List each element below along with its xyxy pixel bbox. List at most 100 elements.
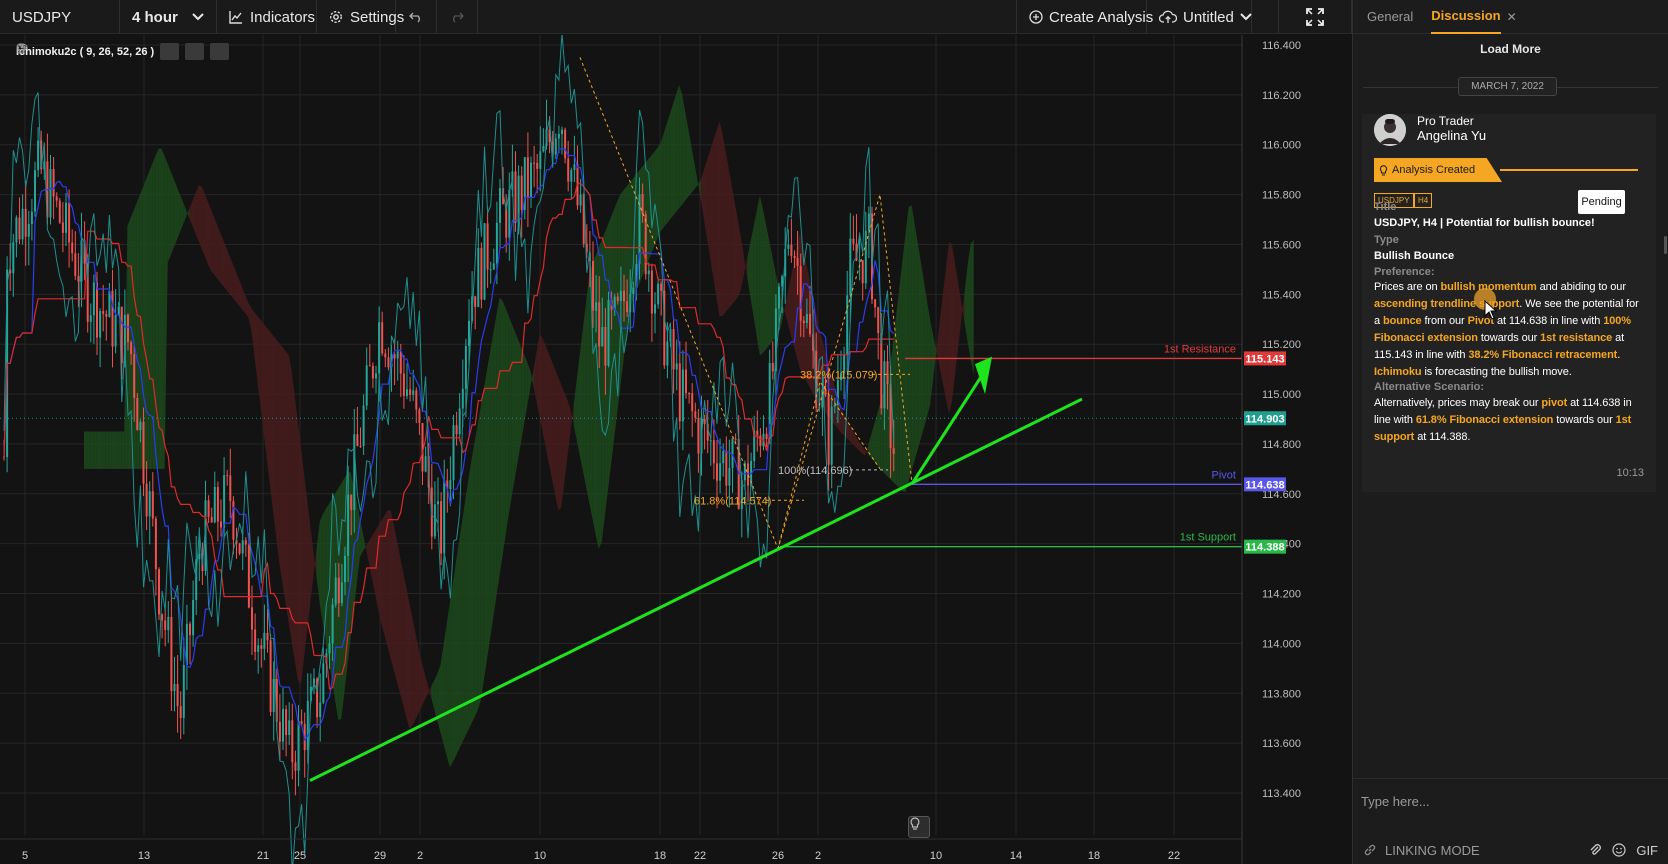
ichimoku-cloud xyxy=(682,95,686,205)
trash-icon[interactable] xyxy=(17,43,230,60)
price-tick-label: 116.400 xyxy=(1262,40,1301,52)
interval-dropdown[interactable]: 4 hour xyxy=(120,0,217,34)
candle-body xyxy=(623,290,625,302)
ichimoku-cloud xyxy=(673,94,677,216)
tab-general[interactable]: General xyxy=(1367,0,1413,34)
fullscreen-icon xyxy=(1306,8,1324,26)
candle-body xyxy=(452,425,455,481)
ichimoku-cloud xyxy=(583,300,587,488)
ichimoku-cloud xyxy=(282,347,286,603)
candle-body xyxy=(619,290,622,302)
link-icon xyxy=(1364,844,1376,856)
chart-line-icon xyxy=(229,11,242,24)
candle-body xyxy=(604,326,607,366)
candle-body xyxy=(12,242,15,274)
candle-body xyxy=(192,600,195,636)
candle-body xyxy=(247,544,250,608)
candle-body xyxy=(170,616,173,692)
interval-label: 4 hour xyxy=(132,8,178,26)
chart-canvas[interactable]: 1st Resistance Pivot 1st Support 38.2%(115.… xyxy=(0,35,1352,864)
status-badge[interactable]: Pending xyxy=(1578,190,1625,214)
candle-body xyxy=(573,164,576,171)
gif-button[interactable]: GIF xyxy=(1636,843,1658,858)
ichimoku-cloud xyxy=(545,346,549,464)
ichimoku-cloud xyxy=(518,339,522,460)
candle-body xyxy=(74,253,77,277)
candle-body xyxy=(238,543,241,554)
candle-body xyxy=(449,480,452,489)
candle-body xyxy=(52,169,55,197)
price-tick-label: 115.400 xyxy=(1262,289,1301,301)
symbol-selector[interactable]: USDJPY xyxy=(0,0,120,34)
price-tick-label: 115.200 xyxy=(1262,339,1301,351)
candle-body xyxy=(102,311,105,314)
paperclip-icon[interactable] xyxy=(1589,843,1602,857)
layout-dropdown[interactable]: Untitled xyxy=(1147,0,1252,34)
redo-button[interactable] xyxy=(437,0,478,34)
candle-body xyxy=(353,434,356,511)
ichimoku-cloud xyxy=(84,431,88,469)
candle-body xyxy=(564,129,567,159)
ichimoku-cloud xyxy=(285,351,289,623)
linking-mode-toggle[interactable]: LINKING MODE xyxy=(1363,843,1480,858)
idea-button[interactable] xyxy=(908,816,930,838)
candle-body xyxy=(68,202,71,243)
ichimoku-cloud xyxy=(96,431,100,469)
type-label: Type xyxy=(1374,234,1399,246)
scrollbar[interactable] xyxy=(1664,236,1667,254)
candle-body xyxy=(340,582,343,604)
candle-body xyxy=(595,302,598,311)
ichimoku-cloud xyxy=(508,316,512,515)
candle-body xyxy=(412,390,415,395)
ichimoku-cloud xyxy=(654,147,658,246)
candle-body xyxy=(173,683,176,692)
candle-body xyxy=(291,720,294,763)
message-input[interactable] xyxy=(1361,788,1659,814)
ichimoku-cloud xyxy=(549,354,553,480)
ichimoku-cloud xyxy=(483,369,487,680)
candle-body xyxy=(145,483,148,517)
candle-body xyxy=(799,265,802,321)
message-time: 10:13 xyxy=(1616,467,1644,479)
gear-icon[interactable] xyxy=(17,43,205,60)
candle-body xyxy=(542,146,545,152)
price-tick-label: 113.600 xyxy=(1262,738,1301,750)
ichimoku-cloud xyxy=(456,541,460,756)
ichimoku-cloud xyxy=(914,224,918,460)
ichimoku-cloud xyxy=(468,460,472,730)
candle-body xyxy=(300,720,303,724)
ichimoku-cloud xyxy=(474,424,478,717)
ichimoku-cloud xyxy=(663,123,667,228)
eye-icon[interactable] xyxy=(16,43,180,60)
ichimoku-cloud xyxy=(201,186,205,257)
candle-body xyxy=(223,475,226,528)
candle-body xyxy=(127,314,129,343)
candle-body xyxy=(151,491,154,519)
candle-body xyxy=(666,341,669,366)
candle-body xyxy=(489,269,492,271)
fullscreen-button[interactable] xyxy=(1279,0,1352,34)
date-tick-label: 18 xyxy=(1088,850,1100,862)
discussion-panel: General Discussion ✕ Load More MARCH 7, … xyxy=(1353,0,1668,864)
tab-discussion[interactable]: Discussion xyxy=(1431,0,1501,34)
price-chart[interactable]: 1st Resistance Pivot 1st Support 38.2%(115.… xyxy=(0,35,1352,864)
close-tab-icon[interactable]: ✕ xyxy=(1507,10,1517,24)
candle-body xyxy=(536,162,539,169)
load-more-button[interactable]: Load More xyxy=(1353,42,1668,56)
ichimoku-cloud xyxy=(161,148,165,469)
create-analysis-button[interactable]: Create Analysis xyxy=(1017,0,1153,34)
indicators-button[interactable]: Indicators xyxy=(217,0,317,34)
undo-button[interactable] xyxy=(396,0,437,34)
candle-body xyxy=(685,369,687,393)
candle-body xyxy=(660,283,663,291)
date-tick-label: 29 xyxy=(374,850,386,862)
candle-body xyxy=(210,517,213,523)
ichimoku-cloud xyxy=(198,185,202,249)
settings-button[interactable]: Settings xyxy=(317,0,404,34)
candle-body xyxy=(337,577,340,604)
candle-body xyxy=(18,217,21,240)
candle-body xyxy=(99,311,102,338)
chevron-down-icon xyxy=(1240,13,1252,21)
level-price-value: 115.143 xyxy=(1245,353,1284,365)
emoji-icon[interactable] xyxy=(1612,843,1626,857)
